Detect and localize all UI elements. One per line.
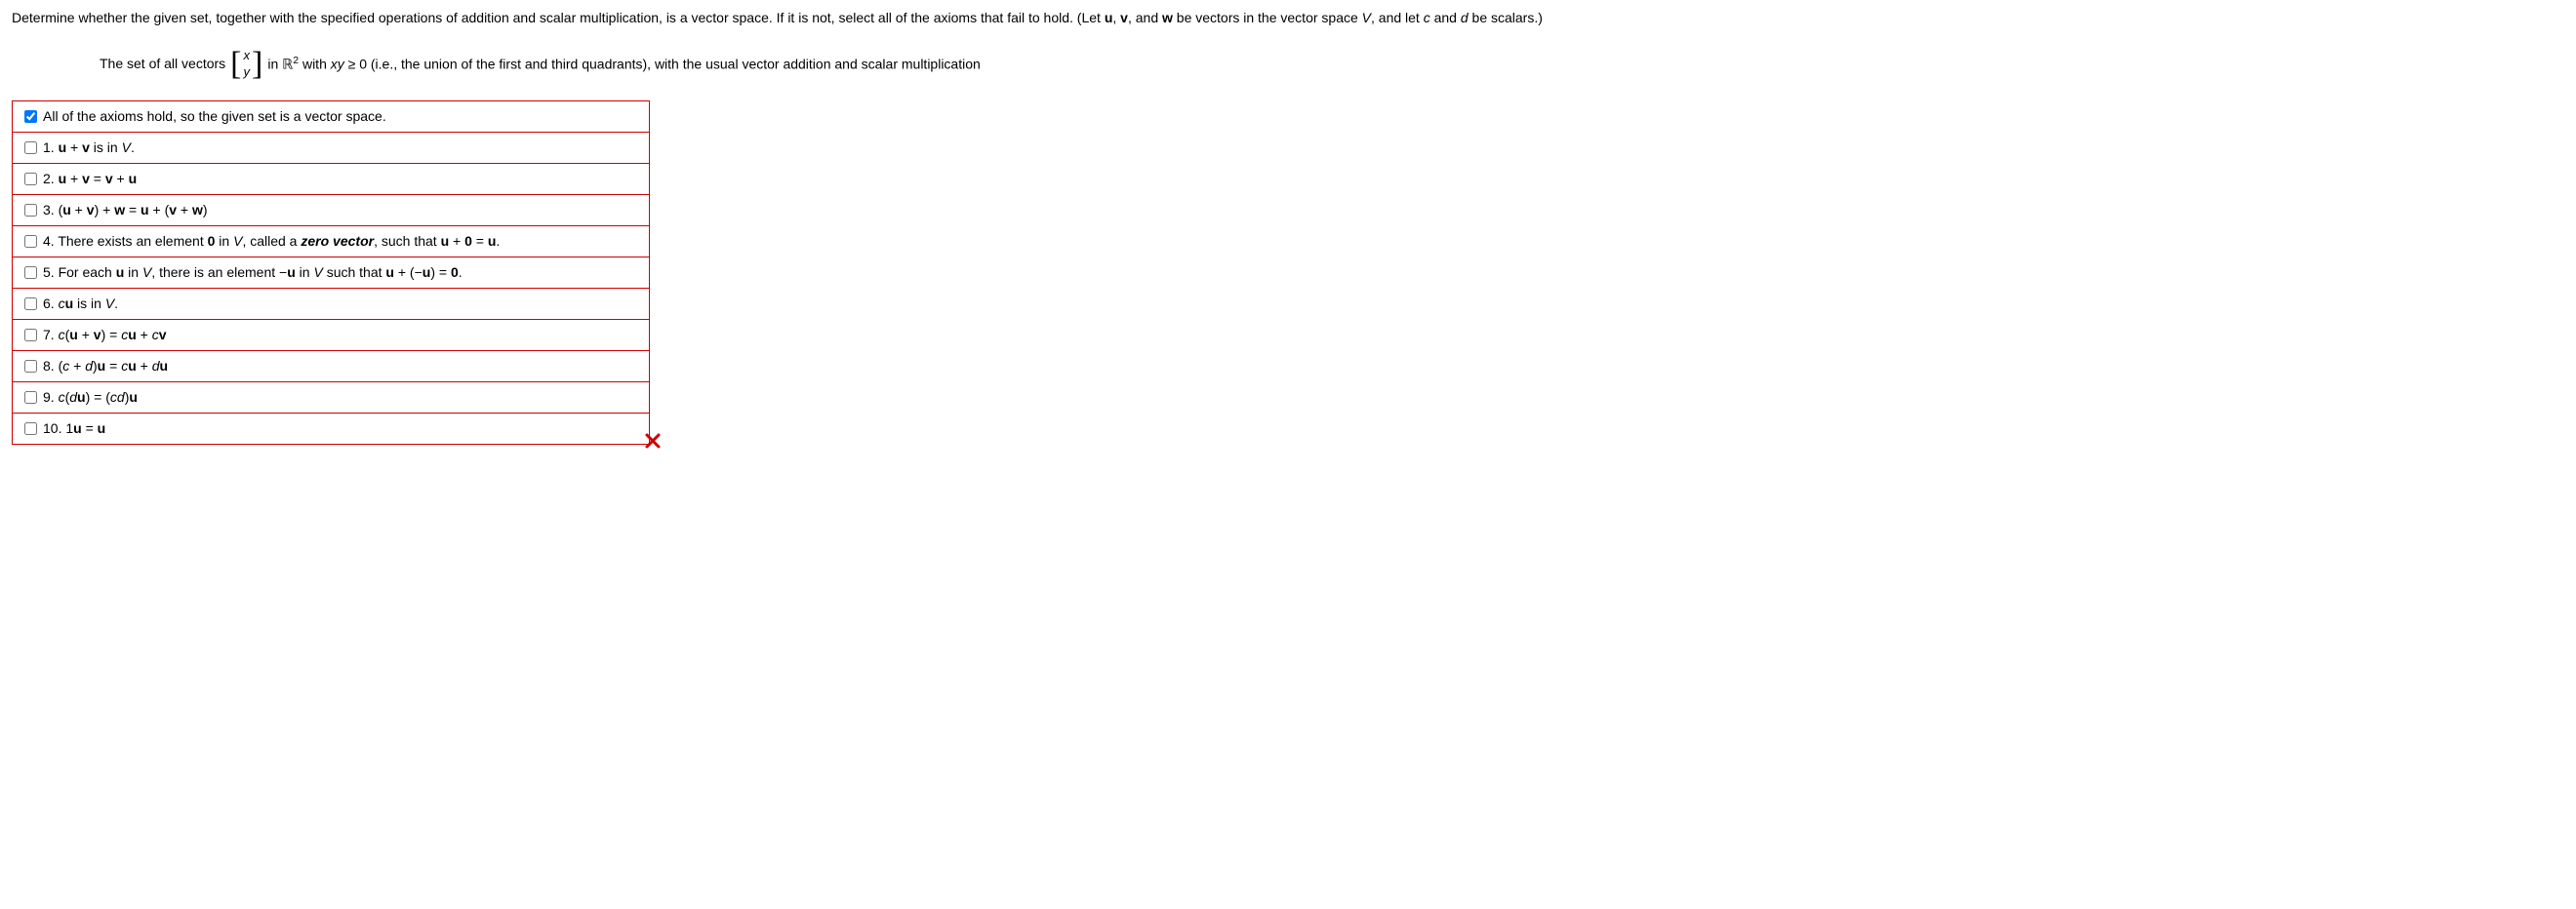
option-axiom-5[interactable]: 5. For each u in V, there is an element …	[20, 263, 641, 282]
matrix: [ x y ]	[230, 48, 262, 81]
option-axiom-6[interactable]: 6. cu is in V.	[20, 295, 641, 313]
checkbox-6[interactable]	[24, 297, 37, 310]
option-axiom-7[interactable]: 7. c(u + v) = cu + cv	[20, 326, 641, 344]
checkbox-8[interactable]	[24, 360, 37, 373]
checkbox-3[interactable]	[24, 204, 37, 217]
checkbox-5[interactable]	[24, 266, 37, 279]
checkbox-0[interactable]	[24, 110, 37, 123]
checkbox-9[interactable]	[24, 391, 37, 404]
checkbox-10[interactable]	[24, 422, 37, 435]
option-axiom-9[interactable]: 9. c(du) = (cd)u	[20, 388, 641, 407]
question-intro: Determine whether the given set, togethe…	[12, 8, 2564, 28]
checkbox-4[interactable]	[24, 235, 37, 248]
checkbox-7[interactable]	[24, 329, 37, 341]
question-detail: The set of all vectors [ x y ] in ℝ2 wit…	[100, 48, 2564, 81]
option-axiom-2[interactable]: 2. u + v = v + u	[20, 170, 641, 188]
option-axiom-10[interactable]: 10. 1u = u	[20, 419, 641, 438]
option-all-hold[interactable]: All of the axioms hold, so the given set…	[20, 107, 641, 126]
option-axiom-8[interactable]: 8. (c + d)u = cu + du	[20, 357, 641, 375]
incorrect-icon	[645, 433, 661, 454]
option-axiom-1[interactable]: 1. u + v is in V.	[20, 138, 641, 157]
checkbox-2[interactable]	[24, 173, 37, 185]
option-axiom-3[interactable]: 3. (u + v) + w = u + (v + w)	[20, 201, 641, 219]
answer-options-box: All of the axioms hold, so the given set…	[12, 100, 650, 445]
option-axiom-4[interactable]: 4. There exists an element 0 in V, calle…	[20, 232, 641, 251]
checkbox-1[interactable]	[24, 141, 37, 154]
